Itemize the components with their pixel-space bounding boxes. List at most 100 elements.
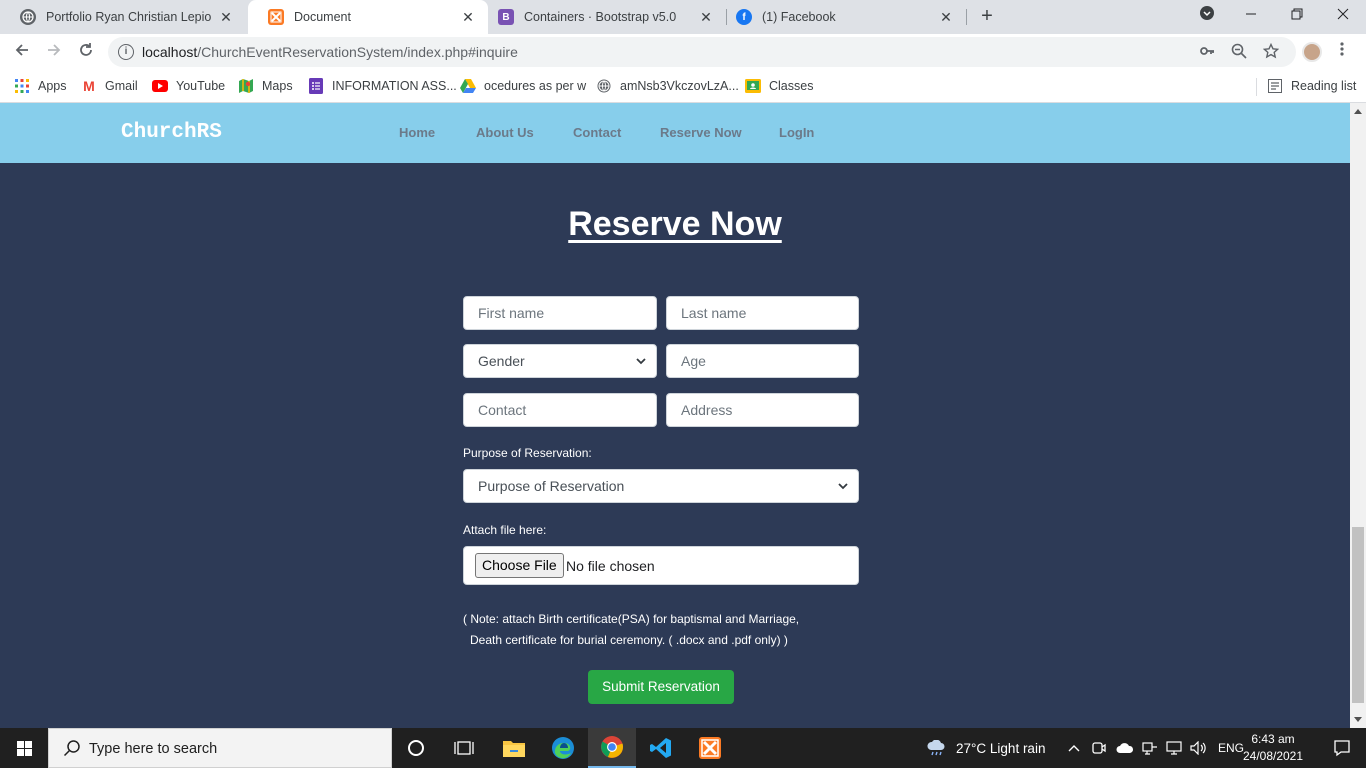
cortana-icon (408, 740, 424, 756)
key-icon[interactable] (1198, 43, 1216, 61)
task-view-button[interactable] (440, 728, 488, 768)
taskbar-clock[interactable]: 6:43 am 24/08/2021 (1240, 731, 1306, 765)
scroll-up-arrow-icon[interactable] (1354, 109, 1362, 114)
edge-button[interactable] (539, 728, 587, 768)
bookmark-apps[interactable]: Apps (14, 76, 67, 96)
windows-logo-icon (17, 741, 32, 756)
nav-reserve-now[interactable]: Reserve Now (660, 125, 742, 140)
tab-close-icon[interactable]: ✕ (698, 9, 714, 25)
scroll-down-arrow-icon[interactable] (1354, 717, 1362, 722)
bookmark-maps[interactable]: Maps (238, 76, 293, 96)
bookmark-star-icon[interactable] (1262, 42, 1280, 61)
tab-bootstrap[interactable]: B Containers · Bootstrap v5.0 ✕ (478, 0, 726, 34)
url-text: localhost/ChurchEventReservationSystem/i… (142, 44, 518, 60)
new-tab-button[interactable]: + (976, 5, 998, 27)
nav-login[interactable]: LogIn (779, 125, 814, 140)
site-brand[interactable]: ChurchRS (121, 121, 222, 144)
purpose-select[interactable]: Purpose of Reservation (463, 469, 859, 503)
bootstrap-icon: B (498, 9, 514, 25)
globe-icon (596, 78, 612, 94)
first-name-input[interactable]: First name (463, 296, 657, 330)
gender-select[interactable]: Gender (463, 344, 657, 378)
address-input[interactable]: Address (666, 393, 859, 427)
nav-home[interactable]: Home (399, 125, 435, 140)
bookmark-classes[interactable]: Classes (745, 76, 813, 96)
tab-search-button[interactable] (1184, 0, 1230, 30)
start-button[interactable] (0, 728, 48, 768)
maps-icon (238, 78, 254, 94)
bookmark-label: Maps (262, 79, 293, 93)
file-input[interactable]: Choose File No file chosen (463, 546, 859, 585)
back-button[interactable] (10, 40, 34, 64)
attach-file-label: Attach file here: (463, 523, 547, 537)
volume-icon[interactable] (1190, 741, 1208, 755)
reading-list-button[interactable]: Reading list (1267, 76, 1356, 96)
network-icon[interactable] (1142, 741, 1158, 755)
chevron-up-icon[interactable] (1068, 743, 1080, 753)
minimize-button[interactable] (1228, 0, 1274, 30)
forms-icon (308, 78, 324, 94)
onedrive-icon[interactable] (1116, 742, 1134, 754)
nav-contact[interactable]: Contact (573, 125, 621, 140)
apps-grid-icon (14, 78, 30, 94)
attachment-note: ( Note: attach Birth certificate(PSA) fo… (463, 609, 883, 651)
weather-text: 27°C Light rain (956, 740, 1046, 756)
reading-list-icon (1267, 78, 1283, 94)
tab-title: Document (294, 10, 351, 24)
file-explorer-button[interactable] (490, 728, 538, 768)
bookmark-procedures[interactable]: ocedures as per w (460, 76, 586, 96)
tab-title: (1) Facebook (762, 10, 836, 24)
tab-close-icon[interactable]: ✕ (460, 9, 476, 25)
tab-facebook[interactable]: f (1) Facebook ✕ (716, 0, 966, 34)
chevron-down-icon (838, 483, 848, 490)
contact-input[interactable]: Contact (463, 393, 657, 427)
vscode-button[interactable] (637, 728, 685, 768)
bookmark-label: Apps (38, 79, 67, 93)
bookmark-amnsb[interactable]: amNsb3VkczovLzA... (596, 76, 739, 96)
display-icon[interactable] (1166, 741, 1182, 755)
taskbar-search[interactable]: Type here to search (48, 728, 392, 768)
reload-button[interactable] (74, 40, 98, 64)
browser-toolbar: i localhost/ChurchEventReservationSystem… (0, 34, 1366, 70)
back-arrow-icon (15, 44, 28, 56)
classroom-icon (745, 78, 761, 94)
weather-widget[interactable]: 27°C Light rain (926, 728, 1045, 768)
xampp-button[interactable] (686, 728, 734, 768)
meet-now-icon[interactable] (1092, 740, 1106, 756)
taskbar-search-placeholder: Type here to search (89, 741, 218, 757)
bookmark-label: YouTube (176, 79, 226, 93)
note-line-2: Death certificate for burial ceremony. (… (470, 633, 788, 647)
forward-button[interactable] (42, 40, 66, 64)
kebab-menu-icon (1340, 42, 1344, 56)
cloud-rain-icon (927, 740, 945, 756)
profile-avatar[interactable] (1302, 42, 1322, 62)
chrome-button[interactable] (588, 728, 636, 768)
site-info-icon[interactable]: i (118, 44, 134, 60)
address-bar[interactable]: i localhost/ChurchEventReservationSystem… (108, 37, 1296, 67)
browser-menu-button[interactable] (1334, 40, 1350, 64)
bookmark-gmail[interactable]: M Gmail (81, 76, 138, 96)
tab-document[interactable]: Document ✕ (248, 0, 488, 34)
tab-portfolio[interactable]: Portfolio Ryan Christian Lepio ✕ (0, 0, 246, 34)
vscode-icon (650, 738, 671, 758)
bookmark-youtube[interactable]: YouTube (152, 76, 225, 96)
restore-button[interactable] (1274, 0, 1320, 30)
tab-close-icon[interactable]: ✕ (938, 9, 954, 25)
system-tray-icons: ENG (1068, 728, 1244, 768)
notifications-button[interactable] (1318, 728, 1366, 768)
last-name-input[interactable]: Last name (666, 296, 859, 330)
bookmark-information[interactable]: INFORMATION ASS... (308, 76, 457, 96)
age-input[interactable]: Age (666, 344, 859, 378)
close-window-button[interactable] (1320, 0, 1366, 30)
site-navbar: ChurchRS Home About Us Contact Reserve N… (0, 103, 1350, 163)
scrollbar-thumb[interactable] (1352, 527, 1364, 703)
zoom-icon[interactable] (1230, 43, 1248, 61)
tab-close-icon[interactable]: ✕ (218, 9, 234, 25)
choose-file-button[interactable]: Choose File (475, 553, 564, 578)
submit-reservation-button[interactable]: Submit Reservation (588, 670, 734, 704)
xampp-icon (268, 9, 284, 25)
page-scrollbar[interactable] (1350, 103, 1366, 728)
task-view-icon (454, 741, 474, 755)
nav-about-us[interactable]: About Us (476, 125, 534, 140)
cortana-button[interactable] (392, 728, 440, 768)
